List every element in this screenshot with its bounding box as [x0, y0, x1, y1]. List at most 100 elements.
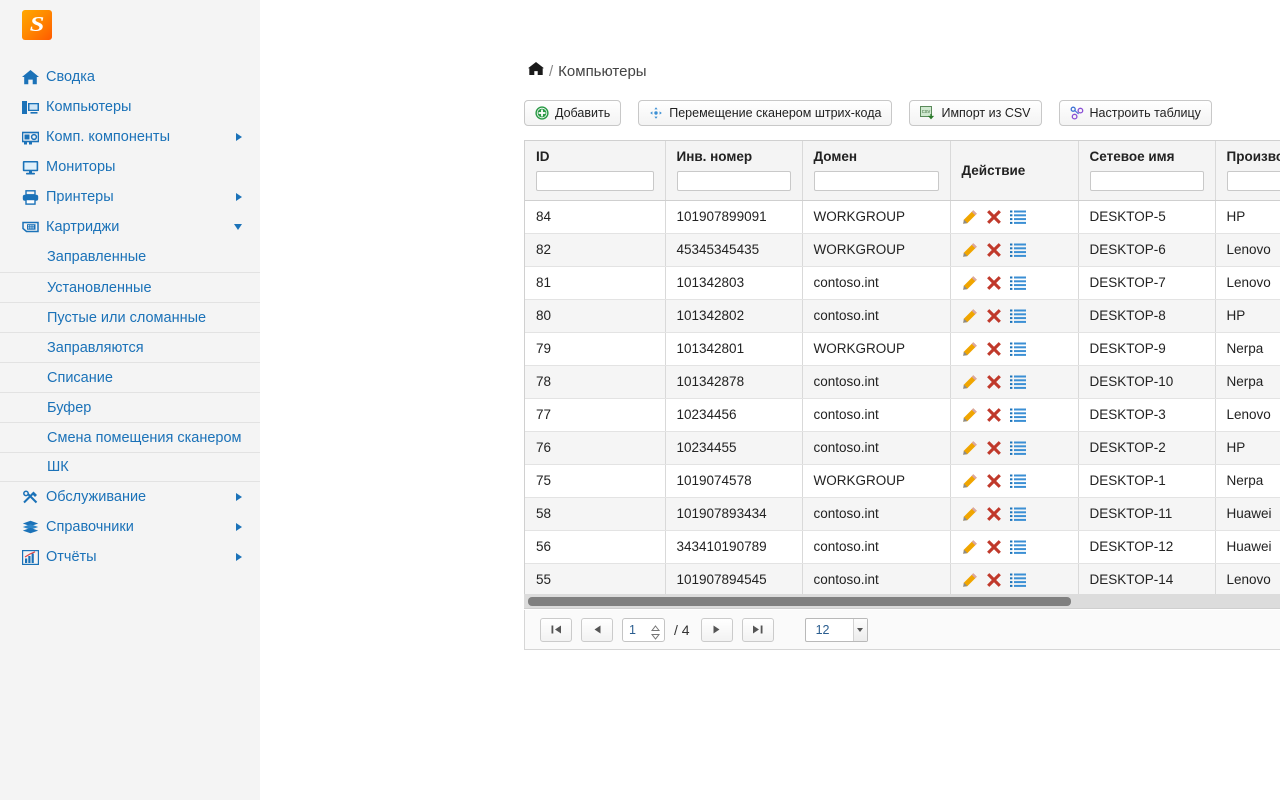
details-list-icon[interactable]: [1010, 308, 1026, 324]
sidebar-subitem-room-change-scanner[interactable]: Смена помещения сканером: [0, 422, 260, 452]
column-header-id[interactable]: ID: [525, 141, 665, 200]
chevron-down-icon[interactable]: [853, 619, 867, 641]
sidebar-subitem-empty-broken[interactable]: Пустые или сломанные: [0, 302, 260, 332]
edit-pencil-icon[interactable]: [962, 572, 978, 588]
sidebar-subitem-refilled[interactable]: Заправленные: [0, 242, 260, 272]
next-page-button[interactable]: [701, 618, 733, 642]
edit-pencil-icon[interactable]: [962, 341, 978, 357]
filter-input-netname[interactable]: [1090, 171, 1204, 191]
details-list-icon[interactable]: [1010, 242, 1026, 258]
delete-cross-icon[interactable]: [986, 473, 1002, 489]
delete-cross-icon[interactable]: [986, 539, 1002, 555]
details-list-icon[interactable]: [1010, 275, 1026, 291]
sidebar-item-monitors[interactable]: Мониторы: [0, 152, 260, 182]
delete-cross-icon[interactable]: [986, 407, 1002, 423]
prev-page-button[interactable]: [581, 618, 613, 642]
edit-pencil-icon[interactable]: [962, 374, 978, 390]
delete-cross-icon[interactable]: [986, 308, 1002, 324]
barcode-move-button[interactable]: Перемещение сканером штрих-кода: [638, 100, 892, 126]
delete-cross-icon[interactable]: [986, 275, 1002, 291]
edit-pencil-icon[interactable]: [962, 473, 978, 489]
import-csv-button[interactable]: CSV Импорт из CSV: [909, 100, 1041, 126]
details-list-icon[interactable]: [1010, 374, 1026, 390]
sidebar-item-maintenance[interactable]: Обслуживание: [0, 482, 260, 512]
add-button[interactable]: Добавить: [524, 100, 621, 126]
first-page-button[interactable]: [540, 618, 572, 642]
details-list-icon[interactable]: [1010, 341, 1026, 357]
details-list-icon[interactable]: [1010, 407, 1026, 423]
sidebar-item-summary[interactable]: Сводка: [0, 62, 260, 92]
column-header-vendor[interactable]: Производитель: [1215, 141, 1280, 200]
sidebar-item-directories[interactable]: Справочники: [0, 512, 260, 542]
chevron-right-icon[interactable]: [236, 133, 242, 141]
column-header-netname[interactable]: Сетевое имя: [1078, 141, 1215, 200]
delete-cross-icon[interactable]: [986, 341, 1002, 357]
details-list-icon[interactable]: [1010, 473, 1026, 489]
edit-pencil-icon[interactable]: [962, 308, 978, 324]
edit-pencil-icon[interactable]: [962, 539, 978, 555]
scrollbar-thumb[interactable]: [528, 597, 1071, 606]
details-list-icon[interactable]: [1010, 440, 1026, 456]
table-row[interactable]: 80101342802contoso.intDESKTOP-8HP290 G4 …: [525, 299, 1280, 332]
spinner-down-icon[interactable]: [651, 629, 660, 636]
sidebar-subitem-installed[interactable]: Установленные: [0, 272, 260, 302]
last-page-button[interactable]: [742, 618, 774, 642]
chevron-down-icon[interactable]: [234, 224, 242, 230]
delete-cross-icon[interactable]: [986, 572, 1002, 588]
sidebar-item-components[interactable]: Комп. компоненты: [0, 122, 260, 152]
configure-table-button[interactable]: Настроить таблицу: [1059, 100, 1212, 126]
edit-pencil-icon[interactable]: [962, 407, 978, 423]
sidebar-item-computers[interactable]: Компьютеры: [0, 92, 260, 122]
app-logo[interactable]: [22, 10, 52, 40]
page-size-select[interactable]: 12: [805, 618, 868, 642]
edit-pencil-icon[interactable]: [962, 242, 978, 258]
table-row[interactable]: 81101342803contoso.intDESKTOP-7LenovoIde…: [525, 266, 1280, 299]
table-row[interactable]: 78101342878contoso.intDESKTOP-10NerpaBAL…: [525, 365, 1280, 398]
table-row[interactable]: 7710234456contoso.intDESKTOP-3LenovoIdea…: [525, 398, 1280, 431]
edit-pencil-icon[interactable]: [962, 506, 978, 522]
delete-cross-icon[interactable]: [986, 440, 1002, 456]
column-header-domain[interactable]: Домен: [802, 141, 950, 200]
spinner-up-icon[interactable]: [651, 621, 660, 628]
edit-pencil-icon[interactable]: [962, 275, 978, 291]
page-number-input[interactable]: 1: [622, 618, 665, 642]
filter-input-domain[interactable]: [814, 171, 939, 191]
filter-input-inv[interactable]: [677, 171, 791, 191]
details-list-icon[interactable]: [1010, 572, 1026, 588]
table-row[interactable]: 84101907899091WORKGROUPDESKTOP-5HPNotebo…: [525, 200, 1280, 233]
table-row[interactable]: 751019074578WORKGROUPDESKTOP-1NerpaBALTI…: [525, 464, 1280, 497]
delete-cross-icon[interactable]: [986, 506, 1002, 522]
sidebar-item-cartridges[interactable]: Картриджи: [0, 212, 260, 242]
horizontal-scrollbar[interactable]: [524, 594, 1280, 609]
details-list-icon[interactable]: [1010, 506, 1026, 522]
edit-pencil-icon[interactable]: [962, 440, 978, 456]
sidebar-subitem-refilling[interactable]: Заправляются: [0, 332, 260, 362]
page-spinner[interactable]: [651, 621, 660, 636]
chevron-right-icon[interactable]: [236, 193, 242, 201]
edit-pencil-icon[interactable]: [962, 209, 978, 225]
chevron-right-icon[interactable]: [236, 553, 242, 561]
filter-input-id[interactable]: [536, 171, 654, 191]
column-header-inv[interactable]: Инв. номер: [665, 141, 802, 200]
table-row[interactable]: 8245345345435WORKGROUPDESKTOP-6LenovoIde…: [525, 233, 1280, 266]
cell-actions: [950, 299, 1078, 332]
details-list-icon[interactable]: [1010, 209, 1026, 225]
chevron-right-icon[interactable]: [236, 493, 242, 501]
delete-cross-icon[interactable]: [986, 242, 1002, 258]
home-icon[interactable]: [528, 62, 544, 80]
sidebar-item-printers[interactable]: Принтеры: [0, 182, 260, 212]
sidebar-subitem-buffer[interactable]: Буфер: [0, 392, 260, 422]
delete-cross-icon[interactable]: [986, 209, 1002, 225]
sidebar-subitem-writeoff[interactable]: Списание: [0, 362, 260, 392]
table-row[interactable]: 79101342801WORKGROUPDESKTOP-9NerpaBALTIC…: [525, 332, 1280, 365]
details-list-icon[interactable]: [1010, 539, 1026, 555]
table-row[interactable]: 7610234455contoso.intDESKTOP-2HP290 G4 M…: [525, 431, 1280, 464]
table-row[interactable]: 55101907894545contoso.intDESKTOP-14Lenov…: [525, 563, 1280, 596]
table-row[interactable]: 58101907893434contoso.intDESKTOP-11Huawe…: [525, 497, 1280, 530]
sidebar-item-reports[interactable]: Отчёты: [0, 542, 260, 572]
filter-input-vendor[interactable]: [1227, 171, 1280, 191]
sidebar-subitem-barcode[interactable]: ШК: [0, 452, 260, 482]
chevron-right-icon[interactable]: [236, 523, 242, 531]
table-row[interactable]: 56343410190789contoso.intDESKTOP-12Huawe…: [525, 530, 1280, 563]
delete-cross-icon[interactable]: [986, 374, 1002, 390]
